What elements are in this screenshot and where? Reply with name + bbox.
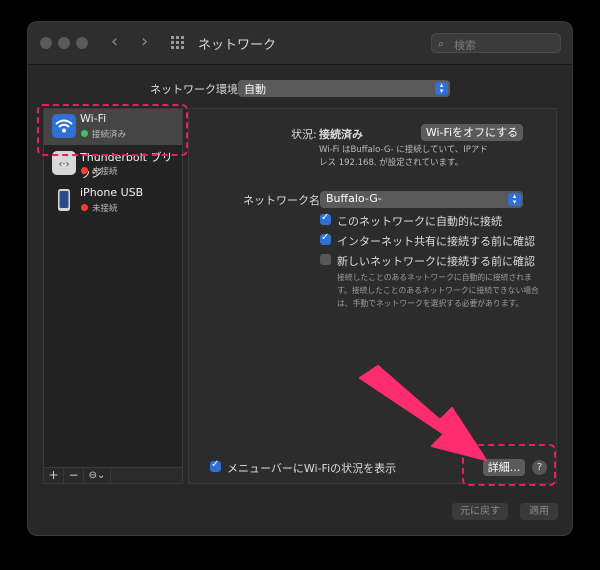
pointer-arrow-icon — [359, 365, 487, 461]
